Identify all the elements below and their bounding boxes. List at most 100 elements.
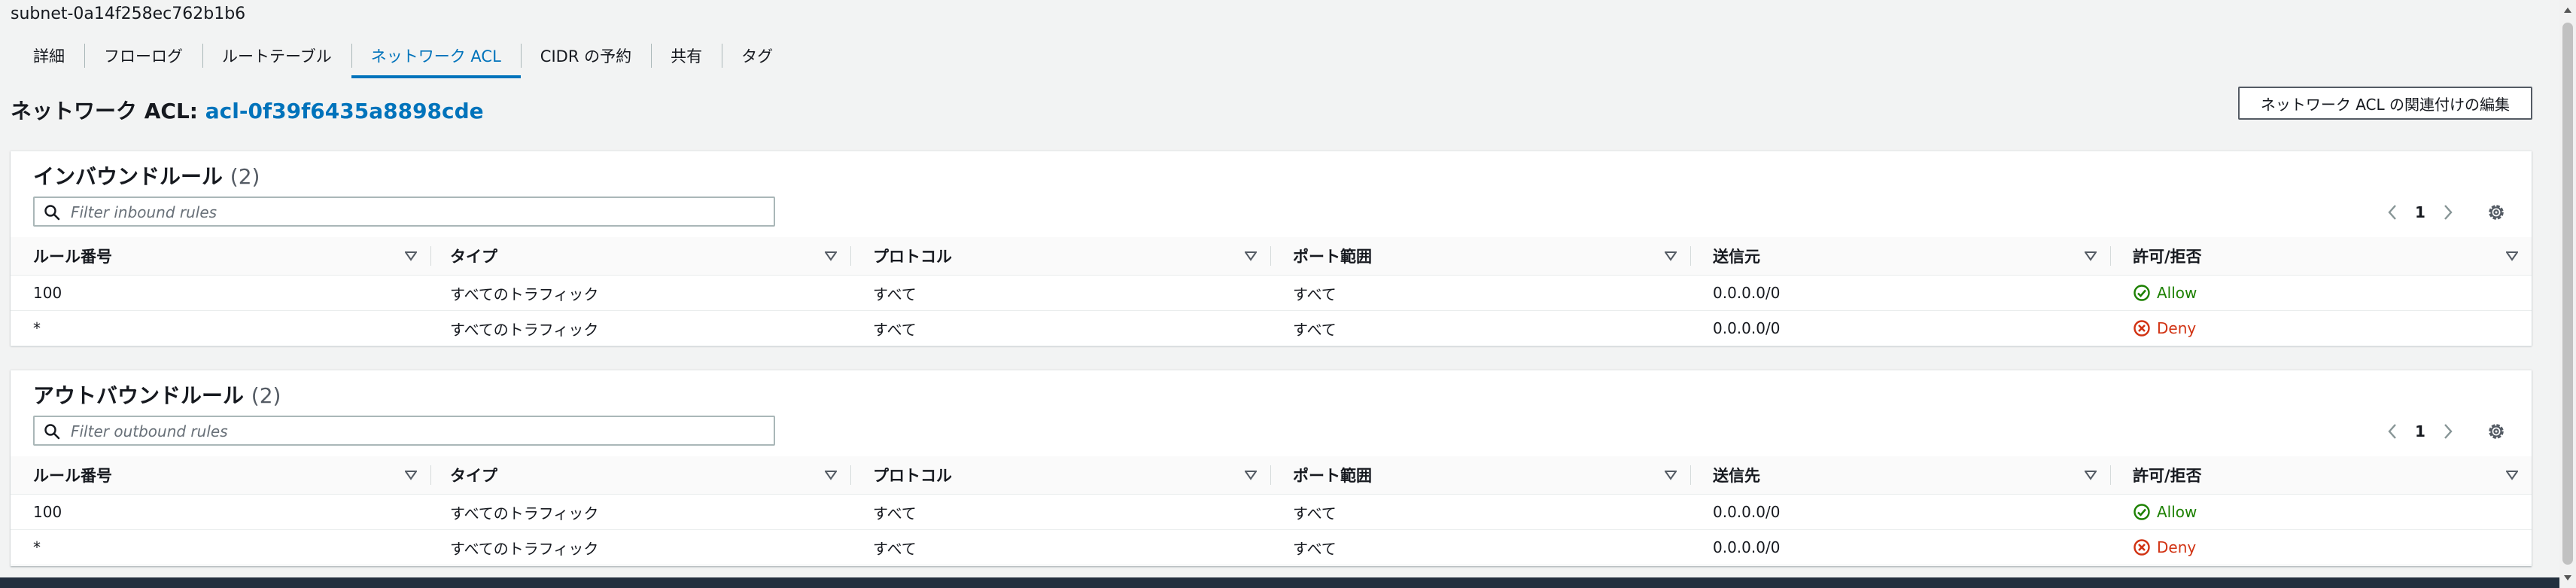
cell-port-range: すべて [1293, 504, 1337, 522]
col-allow-deny[interactable]: 許可/拒否 [2110, 456, 2532, 494]
tab-sharing[interactable]: 共有 [651, 33, 722, 78]
tab-route-table[interactable]: ルートテーブル [202, 33, 351, 78]
table-header: ルール番号 タイプ プロトコル ポート範囲 送信先 許可/拒否 [11, 456, 2532, 495]
inbound-filter[interactable] [33, 197, 775, 227]
bottom-bar [0, 577, 2559, 588]
check-circle-icon [2133, 285, 2150, 301]
cell-rule-number: 100 [33, 503, 62, 521]
search-icon [44, 424, 60, 440]
sort-caret-icon [2506, 251, 2518, 261]
col-rule-number[interactable]: ルール番号 [11, 456, 430, 494]
status-badge: Allow [2133, 284, 2197, 302]
cell-port-range: すべて [1293, 320, 1337, 339]
col-protocol[interactable]: プロトコル [850, 237, 1270, 275]
cell-protocol: すべて [873, 320, 917, 339]
cell-type: すべてのトラフィック [450, 539, 599, 558]
x-circle-icon [2133, 539, 2150, 556]
scroll-down-arrow-icon[interactable] [2564, 575, 2571, 580]
outbound-page-number[interactable]: 1 [2405, 422, 2435, 440]
inbound-rules-heading: インバウンドルール [33, 164, 224, 189]
cell-rule-number: * [33, 319, 41, 337]
status-badge: Allow [2133, 503, 2197, 521]
inbound-rules-table: ルール番号 タイプ プロトコル ポート範囲 送信元 許可/拒否 100 すべての… [11, 237, 2532, 346]
inbound-pagination: 1 [2380, 200, 2509, 225]
vertical-scrollbar[interactable] [2559, 0, 2576, 588]
sort-caret-icon [825, 471, 837, 480]
outbound-pagination: 1 [2380, 419, 2509, 444]
col-label: プロトコル [873, 248, 952, 266]
tab-flow-logs[interactable]: フローログ [84, 33, 202, 78]
scrollbar-thumb[interactable] [2562, 23, 2573, 565]
col-type[interactable]: タイプ [430, 456, 850, 494]
cell-type: すべてのトラフィック [450, 504, 599, 522]
sort-caret-icon [405, 251, 417, 261]
sort-caret-icon [2085, 251, 2097, 261]
tab-network-acl[interactable]: ネットワーク ACL [351, 33, 521, 78]
col-destination[interactable]: 送信先 [1690, 456, 2110, 494]
tab-details[interactable]: 詳細 [18, 33, 84, 78]
edit-acl-association-button[interactable]: ネットワーク ACL の関連付けの編集 [2237, 87, 2532, 120]
status-badge: Deny [2133, 538, 2196, 556]
cell-allow-deny: Allow [2110, 276, 2532, 310]
cell-allow-deny: Allow [2110, 495, 2532, 529]
inbound-page-number[interactable]: 1 [2405, 203, 2435, 221]
cell-protocol: すべて [873, 539, 917, 558]
status-text: Allow [2157, 503, 2197, 521]
chevron-right-icon[interactable] [2435, 419, 2461, 444]
col-label: 許可/拒否 [2133, 248, 2202, 266]
col-label: タイプ [450, 467, 497, 485]
status-text: Deny [2157, 319, 2197, 337]
cell-port-range: すべて [1293, 285, 1337, 303]
chevron-left-icon[interactable] [2380, 200, 2405, 225]
table-row: * すべてのトラフィック すべて すべて 0.0.0.0/0 Deny [11, 311, 2532, 346]
col-label: ルール番号 [33, 467, 112, 485]
chevron-left-icon[interactable] [2380, 419, 2405, 444]
inbound-rules-title: インバウンドルール (2) [33, 160, 260, 190]
col-label: ルール番号 [33, 248, 112, 266]
outbound-rules-title: アウトバウンドルール (2) [33, 379, 281, 410]
col-label: タイプ [450, 248, 497, 266]
col-allow-deny[interactable]: 許可/拒否 [2110, 237, 2532, 275]
check-circle-icon [2133, 504, 2150, 520]
tab-tags[interactable]: タグ [722, 33, 792, 78]
gear-icon[interactable] [2483, 419, 2509, 444]
col-port-range[interactable]: ポート範囲 [1270, 237, 1690, 275]
col-rule-number[interactable]: ルール番号 [11, 237, 430, 275]
col-label: ポート範囲 [1293, 467, 1372, 485]
cell-rule-number: * [33, 538, 41, 556]
cell-protocol: すべて [873, 504, 917, 522]
gear-icon[interactable] [2483, 200, 2509, 225]
outbound-rules-heading: アウトバウンドルール [33, 383, 245, 408]
scroll-up-arrow-icon[interactable] [2564, 8, 2571, 13]
status-text: Allow [2157, 284, 2197, 302]
col-label: 許可/拒否 [2133, 467, 2202, 485]
sort-caret-icon [1665, 471, 1677, 480]
status-text: Deny [2157, 538, 2197, 556]
sort-caret-icon [2085, 471, 2097, 480]
status-badge: Deny [2133, 319, 2196, 337]
col-port-range[interactable]: ポート範囲 [1270, 456, 1690, 494]
table-row: * すべてのトラフィック すべて すべて 0.0.0.0/0 Deny [11, 530, 2532, 565]
cell-source: 0.0.0.0/0 [1713, 319, 1781, 337]
col-source[interactable]: 送信元 [1690, 237, 2110, 275]
cell-destination: 0.0.0.0/0 [1713, 538, 1781, 556]
cell-protocol: すべて [873, 285, 917, 303]
inbound-filter-input[interactable] [69, 198, 765, 227]
col-label: プロトコル [873, 467, 952, 485]
outbound-rules-count: (2) [251, 383, 281, 408]
outbound-filter[interactable] [33, 416, 775, 446]
cell-rule-number: 100 [33, 284, 62, 302]
col-protocol[interactable]: プロトコル [850, 456, 1270, 494]
table-row: 100 すべてのトラフィック すべて すべて 0.0.0.0/0 Allow [11, 495, 2532, 530]
outbound-rules-panel: アウトバウンドルール (2) 1 ルール番号 タイプ プロトコル [11, 370, 2532, 566]
tab-cidr-reservations[interactable]: CIDR の予約 [520, 33, 651, 78]
sort-caret-icon [1665, 251, 1677, 261]
cell-port-range: すべて [1293, 539, 1337, 558]
chevron-right-icon[interactable] [2435, 200, 2461, 225]
cell-allow-deny: Deny [2110, 530, 2532, 565]
col-type[interactable]: タイプ [430, 237, 850, 275]
sort-caret-icon [405, 471, 417, 480]
network-acl-link[interactable]: acl-0f39f6435a8898cde [205, 99, 484, 123]
sort-caret-icon [2506, 471, 2518, 480]
outbound-filter-input[interactable] [69, 417, 765, 446]
